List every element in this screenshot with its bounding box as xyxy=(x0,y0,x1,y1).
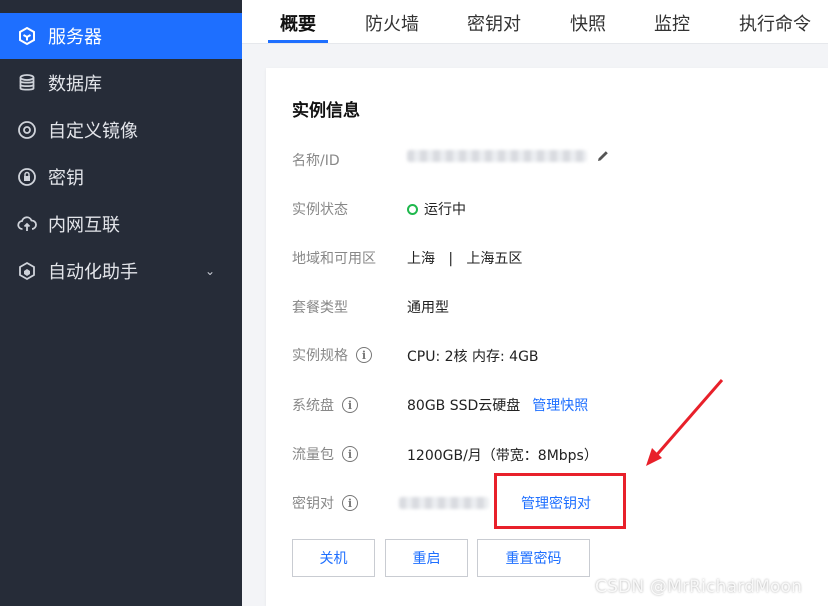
sidebar-item-label: 密钥 xyxy=(48,168,84,189)
edit-pencil-icon[interactable] xyxy=(595,148,611,164)
card-title: 实例信息 xyxy=(292,101,360,121)
watermark: CSDN @MrRichardMoon xyxy=(595,577,803,597)
tab-keypair[interactable]: 密钥对 xyxy=(467,10,521,36)
region-label: 地域和可用区 xyxy=(292,251,376,267)
sidebar-item-database[interactable]: 数据库 xyxy=(0,60,242,106)
active-tab-indicator xyxy=(268,40,328,43)
tab-snapshot[interactable]: 快照 xyxy=(570,10,606,36)
sidebar: 服务器 数据库 自定义镜像 密钥 内网互联 自动化助手 ⌄ xyxy=(0,0,242,606)
status-running-icon xyxy=(407,203,418,215)
database-icon xyxy=(16,72,38,94)
disk-label: 系统盘 i xyxy=(292,395,358,415)
sidebar-item-server[interactable]: 服务器 xyxy=(0,13,242,59)
sidebar-item-custom-image[interactable]: 自定义镜像 xyxy=(0,107,242,153)
sidebar-item-label: 自动化助手 xyxy=(48,262,138,283)
network-cloud-icon xyxy=(16,213,38,235)
tab-monitor[interactable]: 监控 xyxy=(654,10,690,36)
status-label: 实例状态 xyxy=(292,202,348,218)
tab-firewall[interactable]: 防火墙 xyxy=(365,10,419,36)
automation-icon xyxy=(16,260,38,282)
sidebar-item-automation[interactable]: 自动化助手 ⌄ xyxy=(0,248,242,294)
sidebar-item-label: 自定义镜像 xyxy=(48,121,138,142)
info-icon[interactable]: i xyxy=(342,495,358,511)
reset-password-button[interactable]: 重置密码 xyxy=(477,539,590,577)
name-value xyxy=(407,148,611,164)
image-disc-icon xyxy=(16,119,38,141)
red-highlight-box xyxy=(494,473,626,529)
detail-tabs: 概要 防火墙 密钥对 快照 监控 执行命令 xyxy=(242,0,828,44)
tab-run-command[interactable]: 执行命令 xyxy=(739,10,811,36)
package-value: 通用型 xyxy=(407,300,449,316)
shutdown-button[interactable]: 关机 xyxy=(292,539,375,577)
redacted-name xyxy=(407,150,587,162)
sidebar-item-keys[interactable]: 密钥 xyxy=(0,154,242,200)
info-icon[interactable]: i xyxy=(342,397,358,413)
name-label: 名称/ID xyxy=(292,153,340,169)
info-icon[interactable]: i xyxy=(356,347,372,363)
redacted-keypair xyxy=(399,497,489,509)
chevron-down-icon[interactable]: ⌄ xyxy=(205,264,215,278)
traffic-value: 1200GB/月（带宽：8Mbps） xyxy=(407,448,598,464)
sidebar-item-intranet[interactable]: 内网互联 xyxy=(0,201,242,247)
tab-overview[interactable]: 概要 xyxy=(280,10,316,36)
traffic-label: 流量包 i xyxy=(292,444,358,464)
region-value: 上海 | 上海五区 xyxy=(407,251,523,267)
keypair-label: 密钥对 i xyxy=(292,493,358,513)
sidebar-item-label: 内网互联 xyxy=(48,215,120,236)
disk-value: 80GB SSD云硬盘 管理快照 xyxy=(407,395,588,415)
spec-value: CPU: 2核 内存: 4GB xyxy=(407,349,539,365)
sidebar-item-label: 服务器 xyxy=(48,27,102,48)
server-cube-icon xyxy=(16,25,38,47)
restart-button[interactable]: 重启 xyxy=(385,539,468,577)
key-lock-icon xyxy=(16,166,38,188)
package-label: 套餐类型 xyxy=(292,300,348,316)
manage-snapshot-link[interactable]: 管理快照 xyxy=(532,395,588,415)
info-icon[interactable]: i xyxy=(342,446,358,462)
status-value: 运行中 xyxy=(407,199,466,219)
sidebar-item-label: 数据库 xyxy=(48,74,102,95)
spec-label: 实例规格 i xyxy=(292,345,372,365)
